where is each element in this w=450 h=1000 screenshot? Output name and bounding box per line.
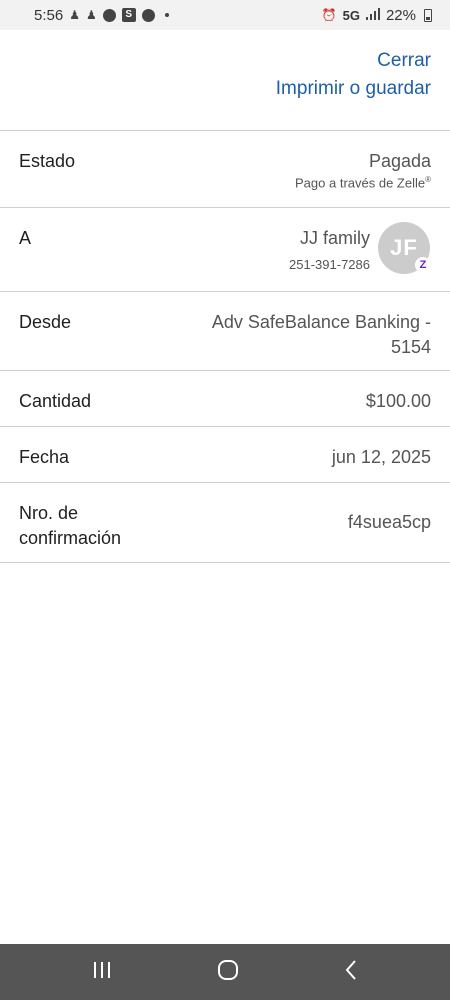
- from-account-value: Adv SafeBalance Banking - 5154: [211, 312, 431, 357]
- amount-value: $100.00: [365, 391, 431, 411]
- amount-row: Cantidad $100.00: [0, 371, 450, 427]
- status-label: Estado: [19, 151, 76, 171]
- s-app-icon: S: [121, 8, 136, 22]
- confirmation-value: f4suea5cp: [347, 512, 431, 532]
- recipient-row: A JJ family 251-391-7286 JF Z: [0, 208, 450, 292]
- zelle-note: Pago a través de Zelle®: [295, 175, 431, 190]
- recipient-name: JJ family: [299, 228, 370, 248]
- zelle-note-text: Pago a través de Zelle: [295, 175, 426, 191]
- contacts-icon: ♟: [69, 8, 80, 22]
- more-notifications-dot: [164, 13, 169, 17]
- date-label: Fecha: [19, 447, 70, 467]
- registered-mark: ®: [425, 175, 431, 184]
- avatar-initials: JF: [390, 235, 418, 260]
- recent-apps-icon[interactable]: [92, 961, 112, 984]
- amount-label: Cantidad: [19, 391, 92, 411]
- status-bar-left: 5:56 ♟ ♟ S: [34, 7, 169, 24]
- close-link[interactable]: Cerrar: [377, 50, 431, 72]
- battery-icon: [424, 8, 432, 22]
- payment-details: Estado Pagada Pago a través de Zelle® A …: [0, 131, 450, 563]
- status-time: 5:56: [34, 6, 64, 24]
- confirmation-row: Nro. de confirmación f4suea5cp: [0, 483, 450, 563]
- messenger-icon: [102, 8, 116, 22]
- date-row: Fecha jun 12, 2025: [0, 427, 450, 483]
- status-bar-right: ⏰ 5G 22%: [322, 7, 432, 24]
- contacts-icon: ♟: [85, 8, 97, 22]
- recipient-phone: 251-391-7286: [289, 257, 370, 272]
- date-value: jun 12, 2025: [331, 447, 431, 467]
- messenger-icon: [141, 8, 155, 22]
- header: Cerrar Imprimir o guardar: [0, 30, 450, 131]
- navigation-bar: [0, 944, 450, 1000]
- back-icon[interactable]: [344, 959, 358, 986]
- status-value: Pagada: [368, 151, 431, 171]
- signal-icon: [365, 7, 380, 24]
- status-row: Estado Pagada Pago a través de Zelle®: [0, 131, 450, 208]
- from-label: Desde: [19, 312, 72, 332]
- alarm-icon: ⏰: [321, 8, 337, 22]
- from-account-row: Desde Adv SafeBalance Banking - 5154: [0, 292, 450, 371]
- home-icon[interactable]: [217, 959, 239, 986]
- confirmation-label: Nro. de confirmación: [19, 503, 122, 548]
- battery-percent: 22%: [385, 6, 416, 24]
- zelle-badge-letter: Z: [419, 259, 427, 271]
- zelle-badge-icon: Z: [415, 257, 431, 273]
- recipient-label: A: [19, 228, 32, 248]
- print-or-save-link[interactable]: Imprimir o guardar: [276, 78, 431, 100]
- status-bar: 5:56 ♟ ♟ S ⏰ 5G 22%: [0, 0, 450, 30]
- network-type: 5G: [342, 7, 360, 23]
